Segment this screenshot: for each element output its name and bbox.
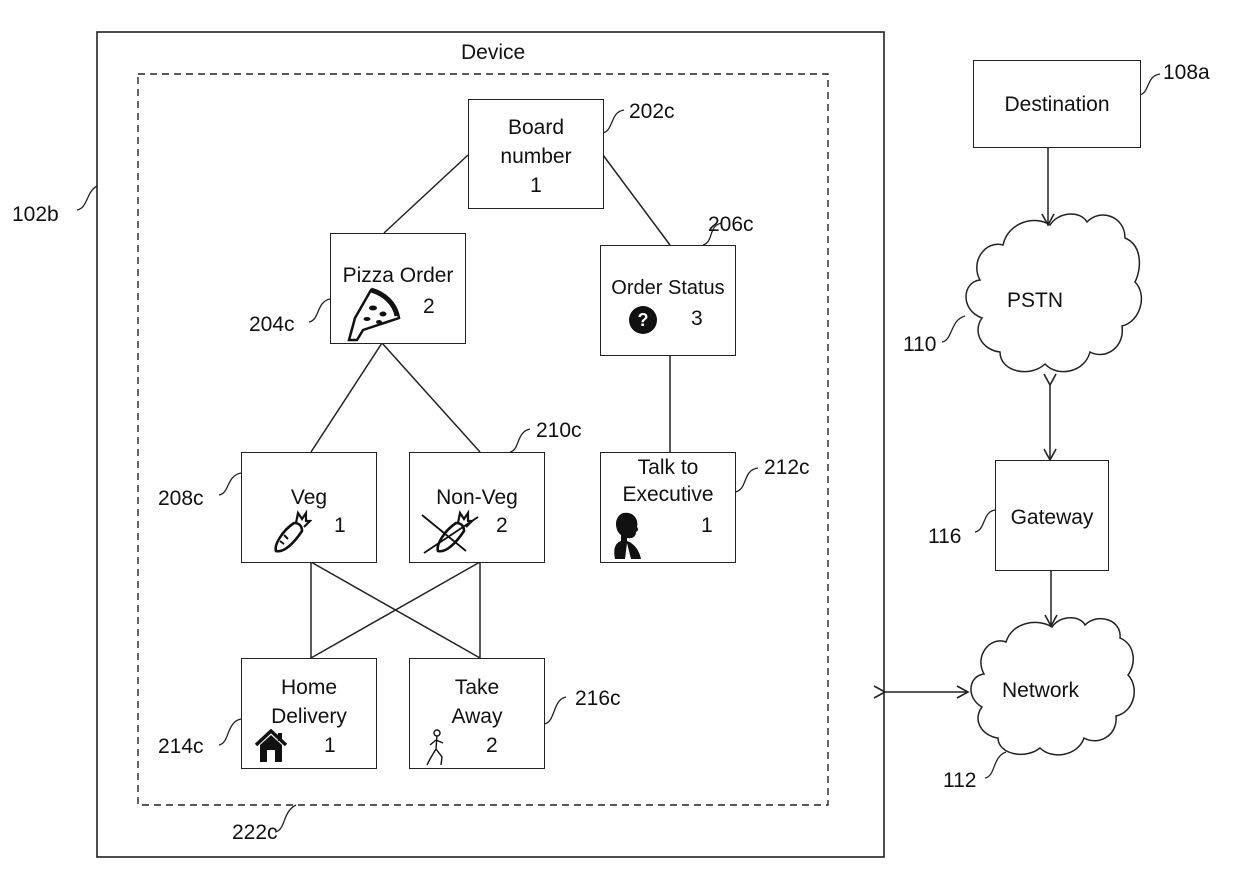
node-home-label-2: Delivery bbox=[271, 705, 347, 728]
device-title: Device bbox=[461, 41, 526, 64]
ref-108a: 108a bbox=[1163, 61, 1210, 84]
ref-110: 110 bbox=[903, 333, 937, 356]
ref-102b: 102b bbox=[12, 203, 59, 226]
node-status-number: 3 bbox=[691, 307, 703, 330]
node-nonveg-label: Non-Veg bbox=[436, 486, 518, 509]
leader-204c bbox=[308, 298, 331, 323]
node-home-number: 1 bbox=[324, 734, 336, 757]
leader-208c bbox=[218, 472, 242, 496]
ref-116: 116 bbox=[928, 525, 962, 548]
ref-214c: 214c bbox=[158, 735, 204, 758]
node-veg-number: 1 bbox=[334, 514, 346, 537]
node-pizza-order[interactable]: Pizza Order 2 bbox=[330, 233, 466, 344]
ref-202c: 202c bbox=[629, 100, 675, 123]
node-takeaway-number: 2 bbox=[486, 734, 498, 757]
connector-pizza-veg bbox=[310, 342, 383, 453]
node-non-veg[interactable]: Non-Veg 2 bbox=[409, 452, 545, 563]
leader-110 bbox=[941, 315, 966, 343]
connector-board-pizza bbox=[383, 154, 469, 234]
leader-210c bbox=[509, 428, 531, 453]
pizza-slice-icon bbox=[347, 287, 401, 342]
ref-208c: 208c bbox=[158, 487, 204, 510]
network-label: Network bbox=[1002, 679, 1080, 702]
ref-210c: 210c bbox=[536, 419, 582, 442]
node-nonveg-number: 2 bbox=[496, 514, 508, 537]
node-pizza-number: 2 bbox=[423, 295, 435, 318]
leader-112 bbox=[984, 751, 1007, 779]
node-executive-number: 1 bbox=[701, 514, 713, 537]
leader-108a bbox=[1139, 73, 1161, 96]
carrot-icon bbox=[274, 509, 312, 553]
leader-216c bbox=[543, 696, 567, 725]
node-board-label-2: number bbox=[500, 145, 572, 168]
leader-116 bbox=[974, 509, 996, 533]
node-board-number-value: 1 bbox=[530, 174, 542, 197]
question-circle-icon: ? bbox=[629, 306, 657, 334]
node-board-number[interactable]: Board number 1 bbox=[468, 99, 604, 209]
node-status-label: Order Status bbox=[611, 277, 725, 299]
gateway-box[interactable]: Gateway bbox=[995, 460, 1109, 571]
node-executive-label-2: Executive bbox=[622, 483, 714, 506]
connector-pizza-nonveg bbox=[381, 342, 481, 453]
node-board-label-1: Board bbox=[507, 116, 565, 139]
pstn-label: PSTN bbox=[1007, 289, 1064, 312]
ref-212c: 212c bbox=[764, 456, 810, 479]
node-order-status[interactable]: Order Status 3 ? bbox=[600, 245, 736, 356]
connector-board-status bbox=[602, 154, 671, 246]
person-silhouette-icon bbox=[614, 512, 641, 559]
leader-102b bbox=[76, 185, 98, 211]
walking-person-icon bbox=[426, 729, 444, 766]
leader-212c bbox=[734, 467, 759, 493]
gateway-label: Gateway bbox=[1010, 506, 1094, 529]
ref-204c: 204c bbox=[249, 313, 295, 336]
ref-112: 112 bbox=[943, 769, 977, 792]
ref-216c: 216c bbox=[575, 687, 621, 710]
node-takeaway-label-2: Away bbox=[451, 705, 503, 728]
node-takeaway-label-1: Take bbox=[454, 676, 500, 699]
leader-222c bbox=[274, 804, 297, 833]
destination-label: Destination bbox=[1004, 93, 1110, 116]
node-veg-label: Veg bbox=[290, 486, 328, 509]
node-take-away[interactable]: Take Away 2 bbox=[409, 658, 545, 769]
ref-222c: 222c bbox=[232, 821, 278, 844]
node-talk-to-executive[interactable]: Talk to Executive 1 bbox=[600, 452, 736, 563]
ref-206c: 206c bbox=[708, 213, 754, 236]
node-veg[interactable]: Veg 1 bbox=[241, 452, 377, 563]
crossed-carrot-icon bbox=[421, 509, 479, 554]
leader-214c bbox=[218, 718, 242, 746]
leader-202c bbox=[602, 109, 625, 134]
node-home-label-1: Home bbox=[280, 676, 338, 699]
destination-box[interactable]: Destination bbox=[973, 60, 1141, 148]
node-executive-label-1: Talk to bbox=[637, 456, 699, 479]
node-home-delivery[interactable]: Home Delivery 1 bbox=[241, 658, 377, 769]
house-icon bbox=[254, 729, 288, 762]
